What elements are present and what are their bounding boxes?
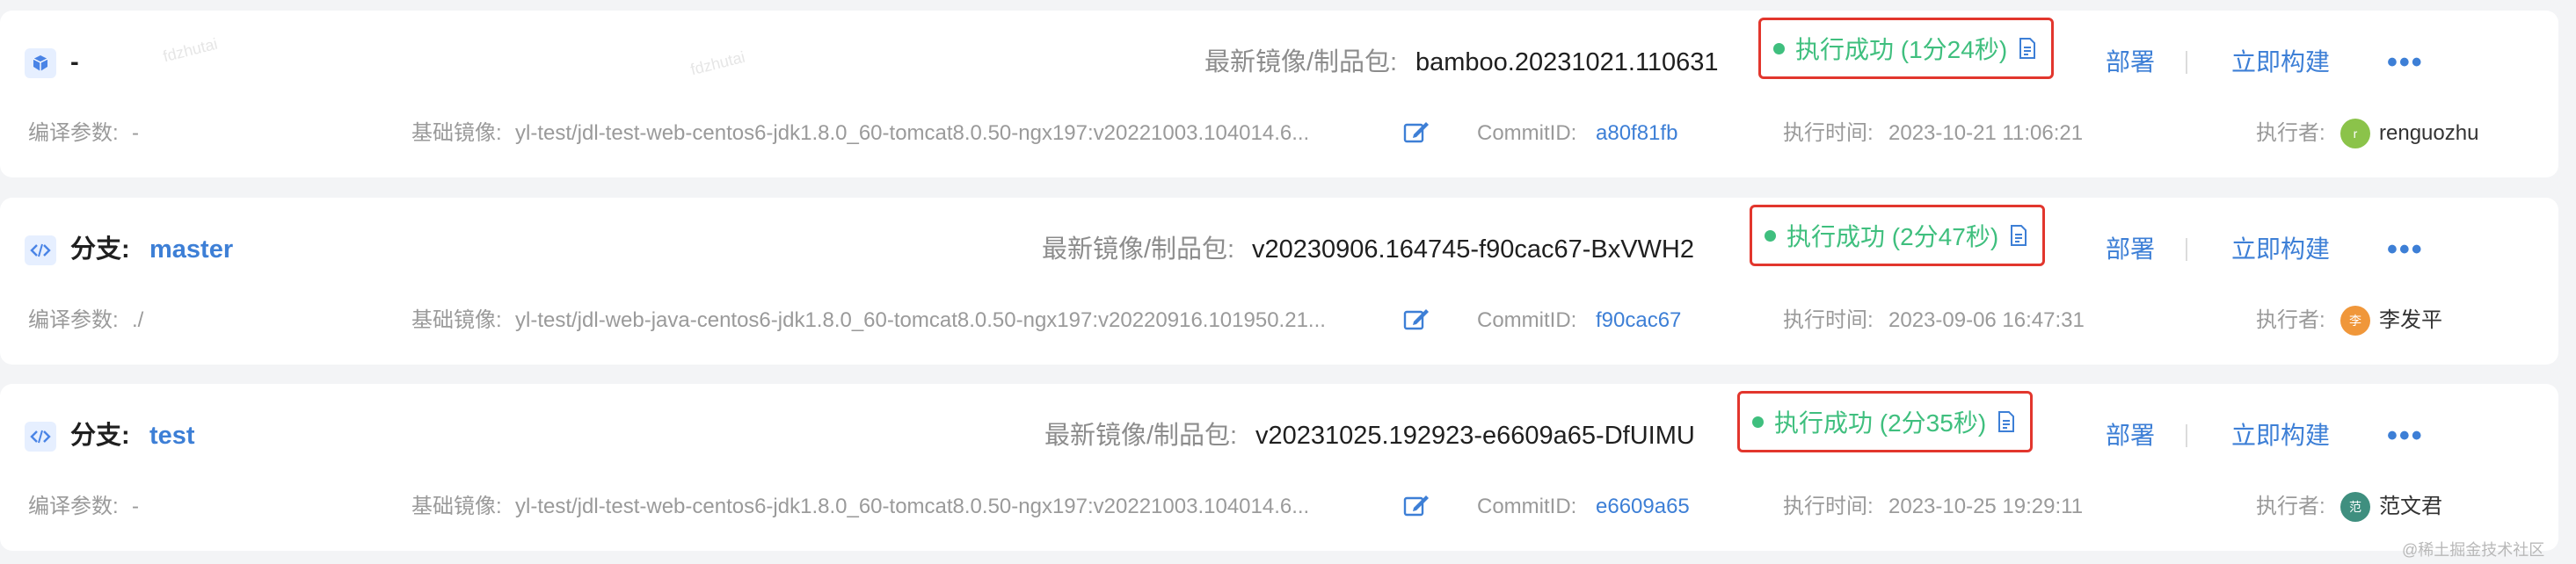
more-menu-button[interactable]: •••	[2387, 35, 2424, 90]
base-image-value: yl-test/jdl-test-web-centos6-jdk1.8.0_60…	[515, 121, 1310, 145]
artifact-value: v20231025.192923-e6609a65-DfUIMU	[1255, 422, 1695, 450]
base-image-label: 基础镜像:	[411, 495, 502, 518]
exec-time-label: 执行时间:	[1783, 308, 1874, 332]
status-text: 执行成功 (1分24秒)	[1795, 36, 2008, 63]
artifact-label: 最新镜像/制品包:	[1044, 422, 1238, 450]
artifact-label: 最新镜像/制品包:	[1204, 48, 1398, 76]
commit-link[interactable]: e6609a65	[1596, 485, 1690, 529]
code-icon	[25, 422, 56, 452]
avatar: 范	[2340, 492, 2370, 522]
pipeline-card: 分支: master 最新镜像/制品包: v20230906.164745-f9…	[0, 198, 2558, 365]
artifact-value: v20230906.164745-f90cac67-BxVWH2	[1252, 235, 1694, 264]
avatar: r	[2340, 119, 2370, 148]
status-dot	[1765, 229, 1776, 242]
status-text: 执行成功 (2分35秒)	[1774, 409, 1987, 437]
log-file-icon[interactable]	[2009, 224, 2028, 247]
build-now-button[interactable]: 立即构建	[2231, 222, 2330, 277]
edit-icon[interactable]	[1403, 307, 1431, 336]
base-image-label: 基础镜像:	[411, 121, 502, 145]
log-file-icon[interactable]	[1997, 410, 2016, 433]
deploy-button[interactable]: 部署	[2106, 409, 2155, 463]
exec-time-value: 2023-10-25 19:29:11	[1888, 495, 2084, 518]
footer-watermark: @稀土掘金技术社区	[2402, 541, 2545, 559]
more-menu-button[interactable]: •••	[2387, 222, 2424, 277]
executor-name: 范文君	[2379, 495, 2442, 518]
edit-icon[interactable]	[1403, 119, 1431, 148]
executor-name: 李发平	[2379, 308, 2442, 332]
commit-label: CommitID:	[1477, 495, 1577, 518]
executor-name: renguozhu	[2379, 121, 2479, 145]
compile-params-label: 编译参数:	[28, 495, 119, 518]
executor-label: 执行者:	[2256, 121, 2325, 145]
commit-label: CommitID:	[1477, 121, 1577, 145]
status-text: 执行成功 (2分47秒)	[1786, 223, 1999, 250]
status-badge[interactable]: 执行成功 (2分47秒)	[1750, 205, 2046, 266]
branch-label: 分支:	[70, 422, 130, 450]
status-dot	[1752, 416, 1764, 428]
executor-label: 执行者:	[2256, 308, 2325, 332]
deploy-button[interactable]: 部署	[2106, 35, 2155, 90]
pipeline-card: 分支: test 最新镜像/制品包: v20231025.192923-e660…	[0, 384, 2558, 551]
deploy-button[interactable]: 部署	[2106, 222, 2155, 277]
more-menu-button[interactable]: •••	[2387, 409, 2424, 463]
artifact-value: bamboo.20231021.110631	[1415, 48, 1719, 76]
exec-time-value: 2023-09-06 16:47:31	[1888, 308, 2085, 332]
compile-params-value: ./	[132, 308, 144, 332]
watermark: fdzhutai	[688, 47, 747, 79]
edit-icon[interactable]	[1403, 493, 1431, 522]
compile-params-label: 编译参数:	[28, 308, 119, 332]
exec-time-label: 执行时间:	[1783, 495, 1874, 518]
divider	[2186, 424, 2187, 447]
base-image-value: yl-test/jdl-test-web-centos6-jdk1.8.0_60…	[515, 495, 1310, 518]
commit-link[interactable]: f90cac67	[1596, 299, 1681, 343]
card-title: -	[70, 48, 79, 76]
compile-params-value: -	[132, 495, 139, 518]
exec-time-label: 执行时间:	[1783, 121, 1874, 145]
branch-label: 分支:	[70, 235, 130, 264]
build-now-button[interactable]: 立即构建	[2231, 35, 2330, 90]
status-badge[interactable]: 执行成功 (1分24秒)	[1758, 18, 2055, 79]
compile-params-label: 编译参数:	[28, 121, 119, 145]
commit-link[interactable]: a80f81fb	[1596, 112, 1677, 155]
base-image-label: 基础镜像:	[411, 308, 502, 332]
status-dot	[1773, 42, 1785, 54]
compile-params-value: -	[132, 121, 139, 145]
avatar: 李	[2340, 306, 2370, 336]
status-badge[interactable]: 执行成功 (2分35秒)	[1737, 391, 2034, 452]
cube-icon	[25, 48, 56, 78]
code-icon	[25, 235, 56, 265]
branch-name[interactable]: master	[149, 222, 233, 277]
commit-label: CommitID:	[1477, 308, 1577, 332]
log-file-icon[interactable]	[2018, 37, 2037, 60]
artifact-label: 最新镜像/制品包:	[1042, 235, 1235, 264]
divider	[2186, 238, 2187, 261]
branch-name[interactable]: test	[149, 409, 195, 463]
build-now-button[interactable]: 立即构建	[2231, 409, 2330, 463]
watermark: fdzhutai	[161, 34, 220, 66]
pipeline-card: - fdzhutai fdzhutai 最新镜像/制品包: bamboo.202…	[0, 11, 2558, 177]
divider	[2186, 51, 2187, 74]
exec-time-value: 2023-10-21 11:06:21	[1888, 121, 2084, 145]
executor-label: 执行者:	[2256, 495, 2325, 518]
base-image-value: yl-test/jdl-web-java-centos6-jdk1.8.0_60…	[515, 308, 1326, 332]
